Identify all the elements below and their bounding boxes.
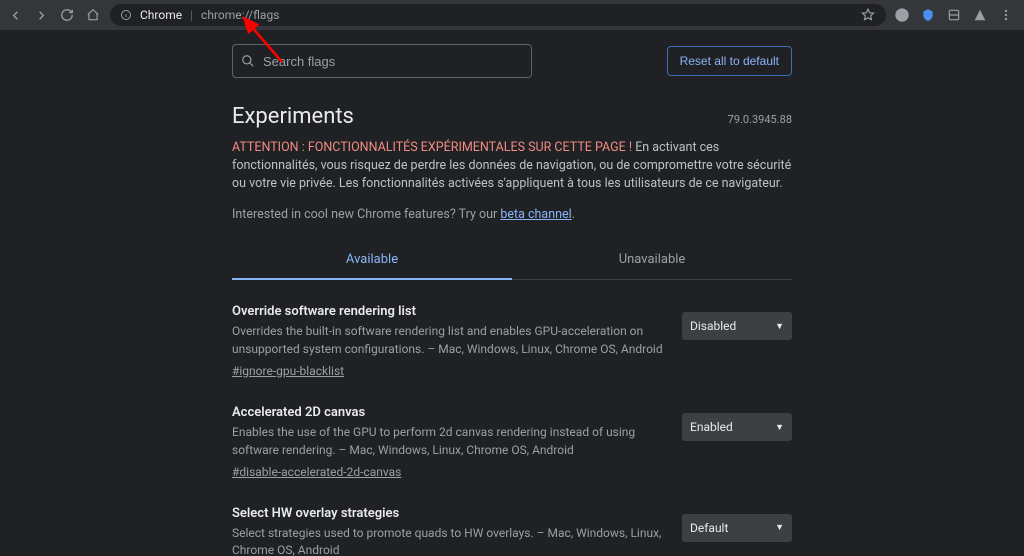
beta-suffix: . xyxy=(572,207,575,222)
reset-all-button[interactable]: Reset all to default xyxy=(667,46,792,76)
chevron-down-icon: ▼ xyxy=(775,422,784,433)
browser-toolbar: Chrome | chrome://flags xyxy=(0,0,1024,30)
beta-prompt: Interested in cool new Chrome features? … xyxy=(232,207,792,222)
version-text: 79.0.3945.88 xyxy=(728,113,792,126)
flag-dropdown-value: Default xyxy=(690,521,728,535)
flag-item: Accelerated 2D canvas Enables the use of… xyxy=(232,405,792,480)
chevron-down-icon: ▼ xyxy=(775,522,784,533)
forward-button[interactable] xyxy=(32,6,50,24)
chevron-down-icon: ▼ xyxy=(775,321,784,332)
flag-anchor-link[interactable]: #disable-accelerated-2d-canvas xyxy=(232,465,401,479)
warning-lead: ATTENTION : FONCTIONNALITÉS EXPÉRIMENTAL… xyxy=(232,140,632,155)
tabs: Available Unavailable xyxy=(232,242,792,280)
flag-title: Select HW overlay strategies xyxy=(232,506,664,521)
beta-channel-link[interactable]: beta channel xyxy=(500,207,571,222)
tab-unavailable[interactable]: Unavailable xyxy=(512,242,792,279)
warning-text: ATTENTION : FONCTIONNALITÉS EXPÉRIMENTAL… xyxy=(232,139,792,193)
toolbar-right xyxy=(894,7,1018,23)
profile-avatar-icon[interactable] xyxy=(894,7,910,23)
search-box[interactable] xyxy=(232,44,532,78)
site-info-icon xyxy=(120,9,132,21)
url-divider: | xyxy=(190,8,193,22)
flag-anchor-link[interactable]: #ignore-gpu-blacklist xyxy=(232,364,344,378)
page-title: Experiments xyxy=(232,104,354,129)
url-label: Chrome xyxy=(140,8,182,22)
menu-icon[interactable] xyxy=(998,7,1014,23)
flag-description: Enables the use of the GPU to perform 2d… xyxy=(232,424,664,459)
flag-description: Overrides the built-in software renderin… xyxy=(232,323,664,358)
home-button[interactable] xyxy=(84,6,102,24)
flag-dropdown[interactable]: Default ▼ xyxy=(682,514,792,542)
tab-available[interactable]: Available xyxy=(232,242,512,279)
flag-dropdown-value: Disabled xyxy=(690,319,736,333)
back-button[interactable] xyxy=(6,6,24,24)
flag-dropdown-value: Enabled xyxy=(690,420,733,434)
flag-dropdown[interactable]: Disabled ▼ xyxy=(682,312,792,340)
flag-description: Select strategies used to promote quads … xyxy=(232,525,664,556)
bookmark-star-icon[interactable] xyxy=(860,7,876,23)
extension-icon[interactable] xyxy=(920,7,936,23)
extension-icon-3[interactable] xyxy=(972,7,988,23)
flag-item: Override software rendering list Overrid… xyxy=(232,304,792,379)
beta-prefix: Interested in cool new Chrome features? … xyxy=(232,207,500,222)
search-icon xyxy=(241,54,255,68)
extension-icon-2[interactable] xyxy=(946,7,962,23)
search-input[interactable] xyxy=(263,54,523,69)
flag-item: Select HW overlay strategies Select stra… xyxy=(232,506,792,556)
address-bar[interactable]: Chrome | chrome://flags xyxy=(110,4,886,26)
flag-title: Override software rendering list xyxy=(232,304,664,319)
page-content: Reset all to default Experiments 79.0.39… xyxy=(0,30,1024,556)
flags-list: Override software rendering list Overrid… xyxy=(232,280,792,556)
reload-button[interactable] xyxy=(58,6,76,24)
url-path: chrome://flags xyxy=(201,8,279,22)
flag-dropdown[interactable]: Enabled ▼ xyxy=(682,413,792,441)
flag-title: Accelerated 2D canvas xyxy=(232,405,664,420)
